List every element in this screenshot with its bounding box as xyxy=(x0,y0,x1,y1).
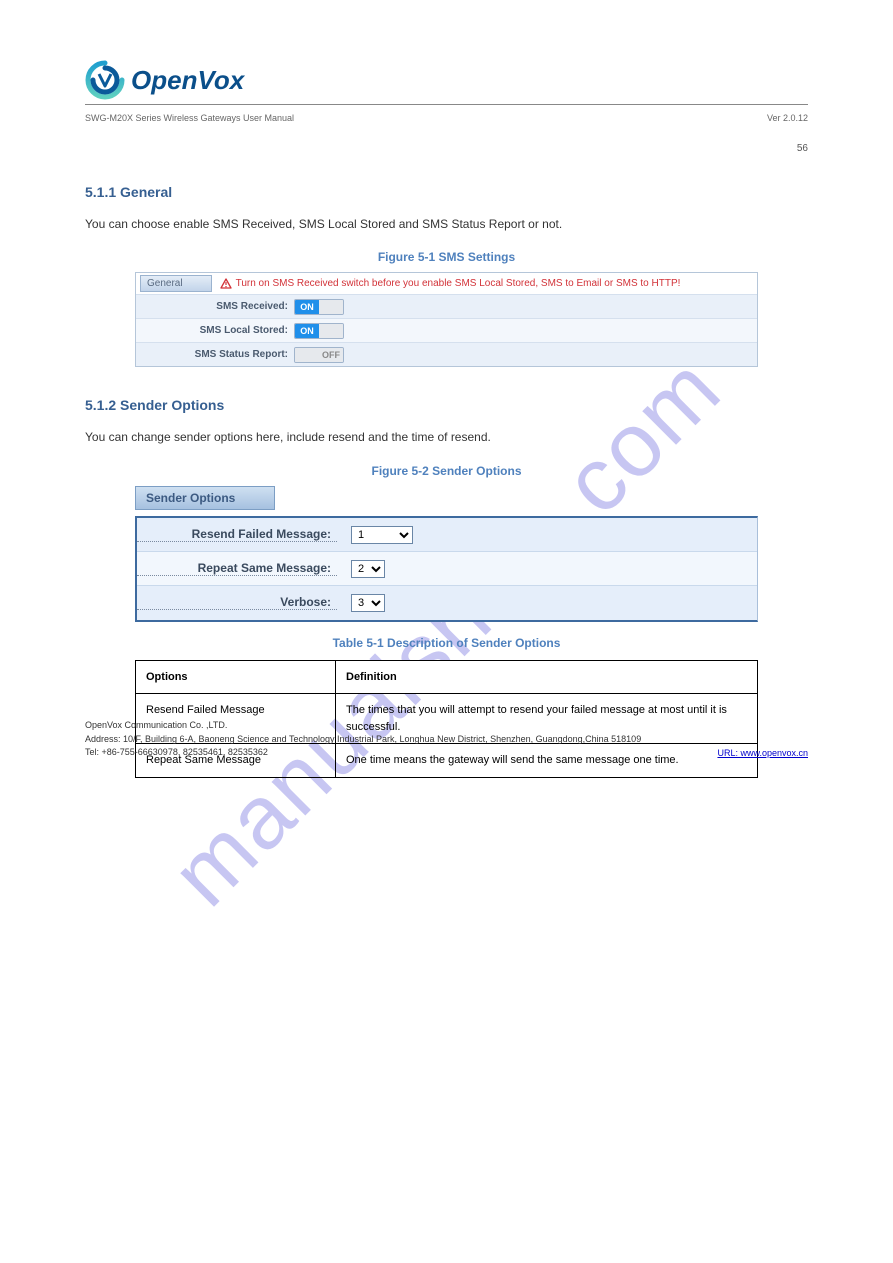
toggle-handle xyxy=(295,348,319,362)
doc-title: SWG-M20X Series Wireless Gateways User M… xyxy=(85,113,294,123)
row-repeat-same: Repeat Same Message: 2 xyxy=(137,552,757,586)
page-footer: OpenVox Communication Co. ,LTD. Address:… xyxy=(85,719,808,758)
paragraph-sender-options: You can change sender options here, incl… xyxy=(85,427,808,447)
table-5-1-caption: Table 5-1 Description of Sender Options xyxy=(85,636,808,650)
select-resend-failed[interactable]: 1 xyxy=(351,526,413,544)
select-verbose[interactable]: 3 xyxy=(351,594,385,612)
select-repeat-same[interactable]: 2 xyxy=(351,560,385,578)
row-sms-received: SMS Received: ON xyxy=(136,294,757,318)
label-sms-local-stored: SMS Local Stored: xyxy=(136,325,294,336)
page: OpenVox SWG-M20X Series Wireless Gateway… xyxy=(0,0,893,818)
toggle-on-label: ON xyxy=(295,324,319,338)
warning-icon xyxy=(220,278,232,290)
label-repeat-same: Repeat Same Message: xyxy=(137,561,337,576)
toggle-sms-received[interactable]: ON xyxy=(294,299,344,315)
footer-company: OpenVox Communication Co. ,LTD. xyxy=(85,719,808,733)
screenshot-general-settings: General Turn on SMS Received switch befo… xyxy=(135,272,758,367)
doc-version: Ver 2.0.12 xyxy=(767,113,808,123)
tab-general[interactable]: General xyxy=(140,275,212,292)
page-number: 56 xyxy=(797,143,808,154)
th-definition: Definition xyxy=(336,660,758,694)
page-header: OpenVox xyxy=(85,60,808,105)
panel-body: Resend Failed Message: 1 Repeat Same Mes… xyxy=(135,516,758,622)
toggle-off-label: OFF xyxy=(319,348,343,362)
footer-address: Address: 10/F, Building 6-A, Baoneng Sci… xyxy=(85,733,808,747)
brand-logo: OpenVox xyxy=(85,60,244,100)
row-sms-local-stored: SMS Local Stored: ON xyxy=(136,318,757,342)
figure-5-2-caption: Figure 5-2 Sender Options xyxy=(85,464,808,478)
table-head-row: Options Definition xyxy=(136,660,758,694)
section-general: 5.1.1 General You can choose enable SMS … xyxy=(85,184,808,367)
warning-text: Turn on SMS Received switch before you e… xyxy=(236,278,681,289)
brand-name: OpenVox xyxy=(131,65,244,96)
label-sms-received: SMS Received: xyxy=(136,301,294,312)
toggle-handle xyxy=(319,324,343,338)
openvox-logo-icon xyxy=(85,60,125,100)
toggle-on-label: ON xyxy=(295,300,319,314)
toggle-sms-status-report[interactable]: OFF xyxy=(294,347,344,363)
heading-general: 5.1.1 General xyxy=(85,184,808,200)
row-resend-failed: Resend Failed Message: 1 xyxy=(137,518,757,552)
label-sms-status-report: SMS Status Report: xyxy=(136,349,294,360)
paragraph-general: You can choose enable SMS Received, SMS … xyxy=(85,214,808,234)
toggle-handle xyxy=(319,300,343,314)
row-sms-status-report: SMS Status Report: OFF xyxy=(136,342,757,366)
figure-5-1-caption: Figure 5-1 SMS Settings xyxy=(85,250,808,264)
panel-header-sender-options: Sender Options xyxy=(135,486,275,510)
doc-meta-row: SWG-M20X Series Wireless Gateways User M… xyxy=(85,113,808,123)
label-resend-failed: Resend Failed Message: xyxy=(137,527,337,542)
th-options: Options xyxy=(136,660,336,694)
heading-sender-options: 5.1.2 Sender Options xyxy=(85,397,808,413)
warning-message: Turn on SMS Received switch before you e… xyxy=(220,278,681,290)
row-verbose: Verbose: 3 xyxy=(137,586,757,620)
screenshot-header-row: General Turn on SMS Received switch befo… xyxy=(136,273,757,294)
screenshot-sender-options: Sender Options Resend Failed Message: 1 … xyxy=(135,486,758,622)
label-verbose: Verbose: xyxy=(137,595,337,610)
toggle-sms-local-stored[interactable]: ON xyxy=(294,323,344,339)
